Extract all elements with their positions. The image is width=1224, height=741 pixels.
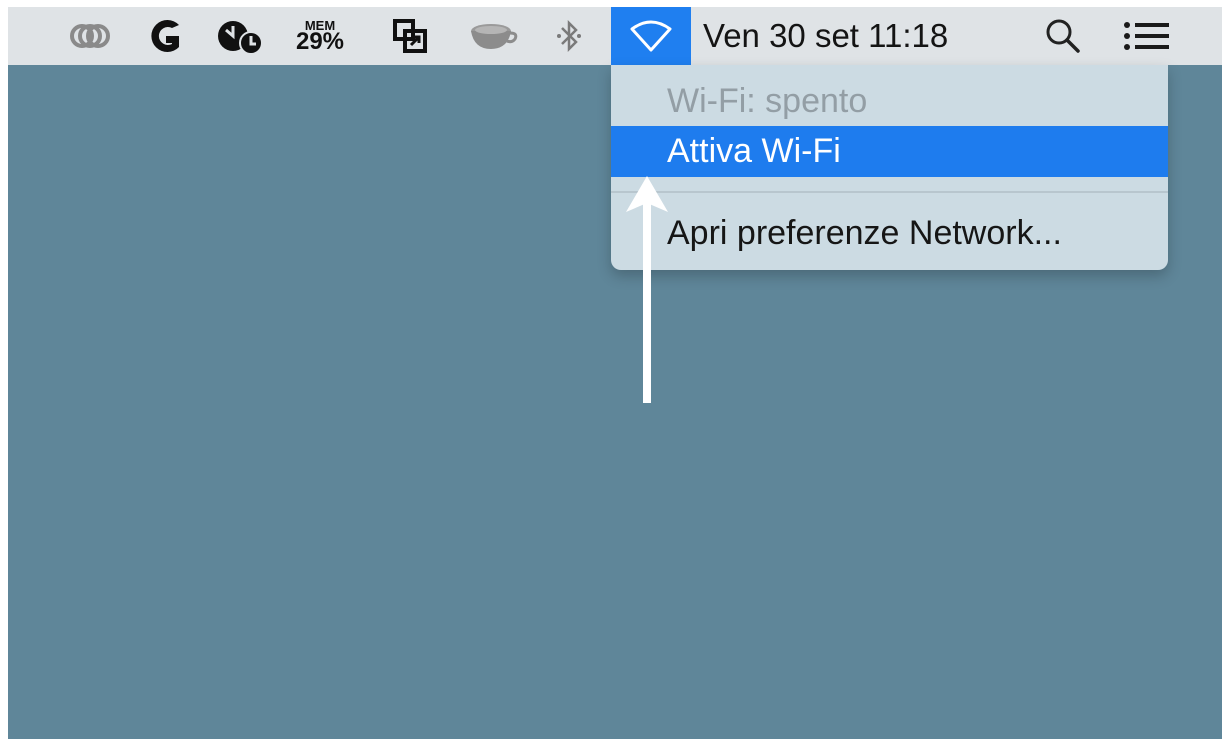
desktop: MEM 29% Ven 30 set 11:18 Wi-Fi: spento A… xyxy=(8,7,1222,739)
arrow-up-icon xyxy=(626,176,668,403)
